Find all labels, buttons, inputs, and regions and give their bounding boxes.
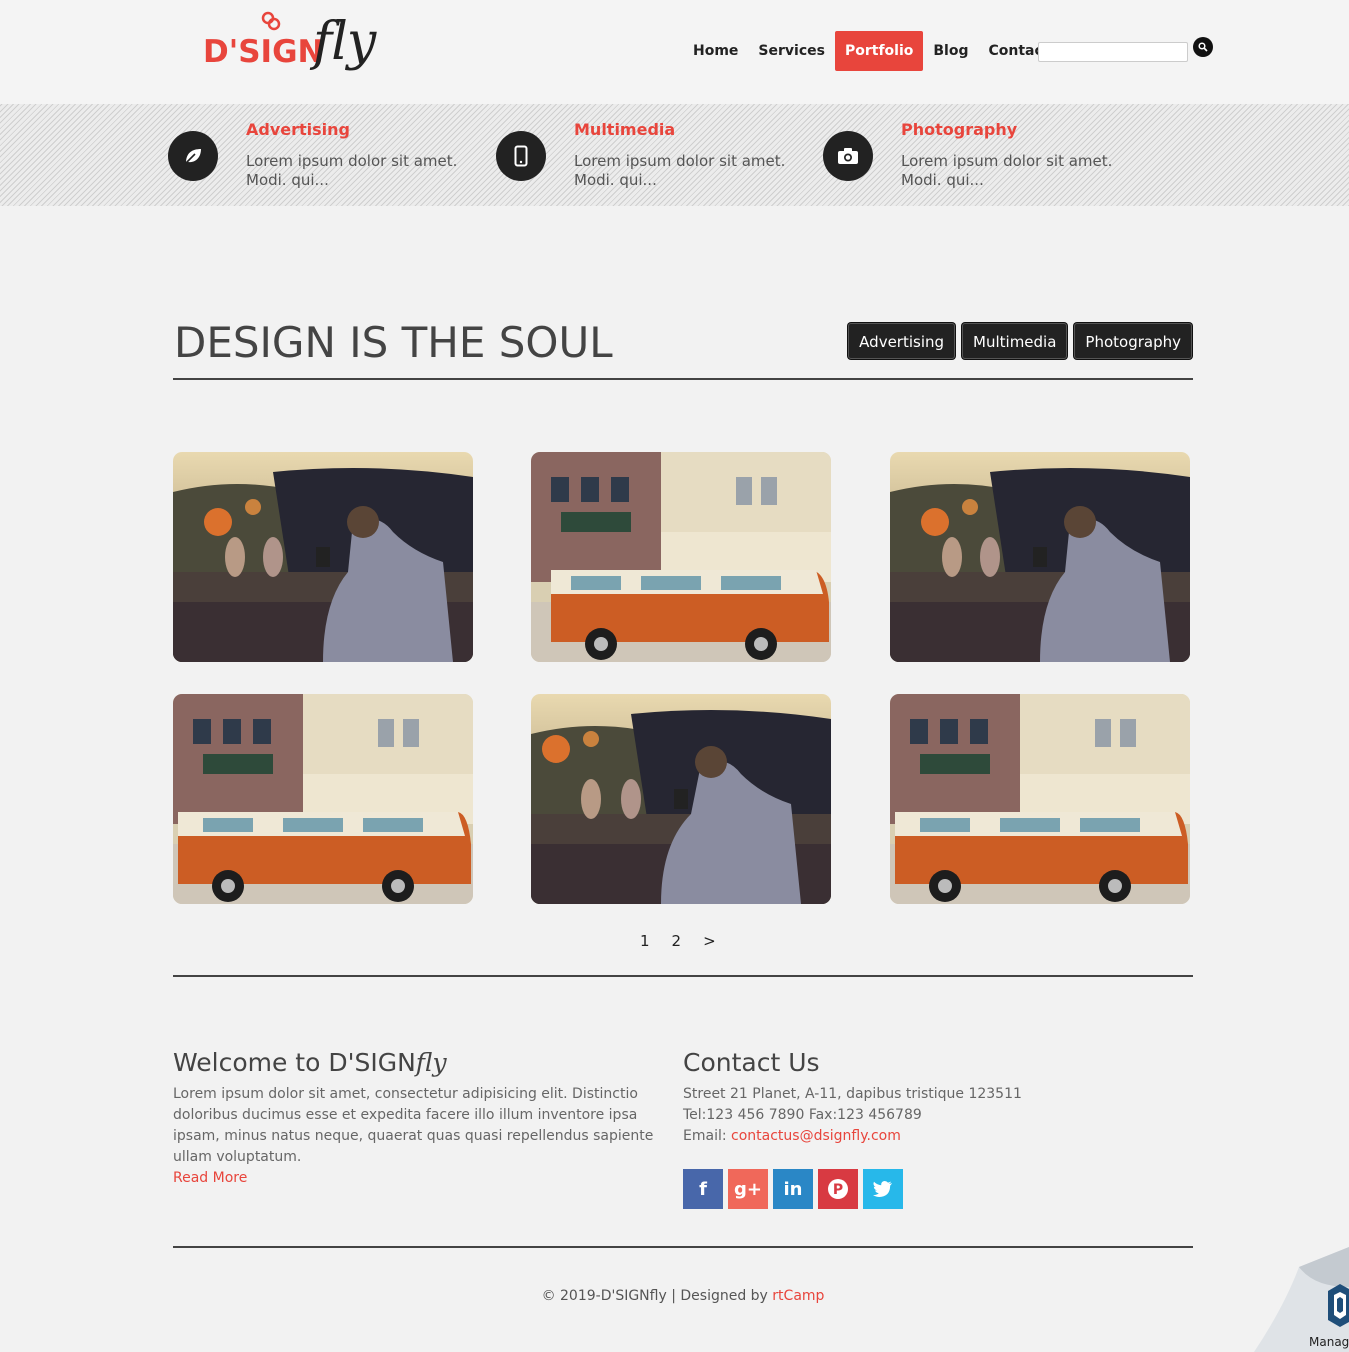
divider bbox=[173, 1246, 1193, 1248]
contact-address: Street 21 Planet, A-11, dapibus tristiqu… bbox=[683, 1086, 1022, 1102]
portfolio-item[interactable] bbox=[173, 694, 473, 904]
logo-script-text: fly bbox=[313, 12, 376, 72]
logo-main-text: D'SIGN bbox=[203, 34, 324, 70]
welcome-text: Lorem ipsum dolor sit amet, consectetur … bbox=[173, 1086, 654, 1165]
read-more-link[interactable]: Read More bbox=[173, 1170, 247, 1186]
contact-info: Street 21 Planet, A-11, dapibus tristiqu… bbox=[683, 1084, 1022, 1147]
mobile-phone-icon bbox=[496, 131, 546, 181]
svg-text:P: P bbox=[833, 1182, 843, 1198]
orange-vw-van-street-image bbox=[531, 452, 831, 662]
site-logo[interactable]: D'SIGN fly bbox=[203, 8, 393, 88]
portfolio-item[interactable] bbox=[890, 694, 1190, 904]
feature-title[interactable]: Multimedia bbox=[574, 120, 675, 139]
leaf-icon bbox=[168, 131, 218, 181]
next-page-link[interactable]: > bbox=[703, 932, 716, 950]
search-button[interactable] bbox=[1193, 37, 1213, 57]
filter-multimedia-button[interactable]: Multimedia bbox=[962, 323, 1068, 359]
nav-item-home[interactable]: Home bbox=[683, 31, 748, 71]
feature-title[interactable]: Photography bbox=[901, 120, 1017, 139]
contact-email-line: Email: contactus@dsignfly.com bbox=[683, 1128, 901, 1144]
feature-text: Lorem ipsum dolor sit amet. Modi. qui... bbox=[574, 152, 786, 189]
search-icon bbox=[1198, 42, 1208, 52]
camera-icon bbox=[823, 131, 873, 181]
feature-text: Lorem ipsum dolor sit amet. Modi. qui... bbox=[901, 152, 1113, 189]
nav-item-portfolio[interactable]: Portfolio bbox=[834, 31, 924, 71]
contact-email-link[interactable]: contactus@dsignfly.com bbox=[731, 1128, 901, 1144]
orange-vw-van-street-image bbox=[173, 694, 473, 904]
search-input[interactable] bbox=[1038, 42, 1188, 62]
page-2-link[interactable]: 2 bbox=[672, 932, 682, 950]
nav-item-services[interactable]: Services bbox=[748, 31, 835, 71]
filter-photography-button[interactable]: Photography bbox=[1074, 323, 1192, 359]
man-photographing-ostriches-image bbox=[173, 452, 473, 662]
portfolio-filters: Advertising Multimedia Photography bbox=[848, 323, 1192, 359]
man-photographing-ostriches-image bbox=[531, 694, 831, 904]
pagination: 1 2 > bbox=[640, 932, 716, 950]
credit-link[interactable]: rtCamp bbox=[772, 1288, 824, 1304]
linkedin-icon[interactable]: in bbox=[773, 1169, 813, 1209]
feature-text: Lorem ipsum dolor sit amet. Modi. qui... bbox=[246, 152, 458, 189]
portfolio-item[interactable] bbox=[890, 452, 1190, 662]
corner-badge-label: Manag bbox=[1309, 1335, 1349, 1349]
copyright: © 2019-D'SIGNfly | Designed by rtCamp bbox=[541, 1288, 825, 1304]
portfolio-item[interactable] bbox=[531, 452, 831, 662]
contact-phone: Tel:123 456 7890 Fax:123 456789 bbox=[683, 1107, 922, 1123]
google-plus-icon[interactable]: g+ bbox=[728, 1169, 768, 1209]
filter-advertising-button[interactable]: Advertising bbox=[848, 323, 956, 359]
main-nav: Home Services Portfolio Blog Contact bbox=[683, 31, 1059, 71]
pinterest-icon[interactable]: P bbox=[818, 1169, 858, 1209]
welcome-title: Welcome to D'SIGNfly bbox=[173, 1048, 447, 1077]
divider bbox=[173, 378, 1193, 380]
portfolio-item[interactable] bbox=[173, 452, 473, 662]
man-photographing-ostriches-image bbox=[890, 452, 1190, 662]
portfolio-title: DESIGN IS THE SOUL bbox=[174, 318, 613, 367]
rings-icon bbox=[261, 11, 281, 31]
feature-band: Advertising Lorem ipsum dolor sit amet. … bbox=[0, 104, 1349, 206]
nav-item-blog[interactable]: Blog bbox=[923, 31, 978, 71]
contact-title: Contact Us bbox=[683, 1048, 820, 1077]
social-links: f g+ in P bbox=[683, 1169, 903, 1209]
page-1-link[interactable]: 1 bbox=[640, 932, 650, 950]
portfolio-item[interactable] bbox=[531, 694, 831, 904]
orange-vw-van-street-image bbox=[890, 694, 1190, 904]
divider bbox=[173, 975, 1193, 977]
site-header: D'SIGN fly Home Services Portfolio Blog … bbox=[0, 0, 1349, 104]
facebook-icon[interactable]: f bbox=[683, 1169, 723, 1209]
feature-title[interactable]: Advertising bbox=[246, 120, 350, 139]
twitter-icon[interactable] bbox=[863, 1169, 903, 1209]
